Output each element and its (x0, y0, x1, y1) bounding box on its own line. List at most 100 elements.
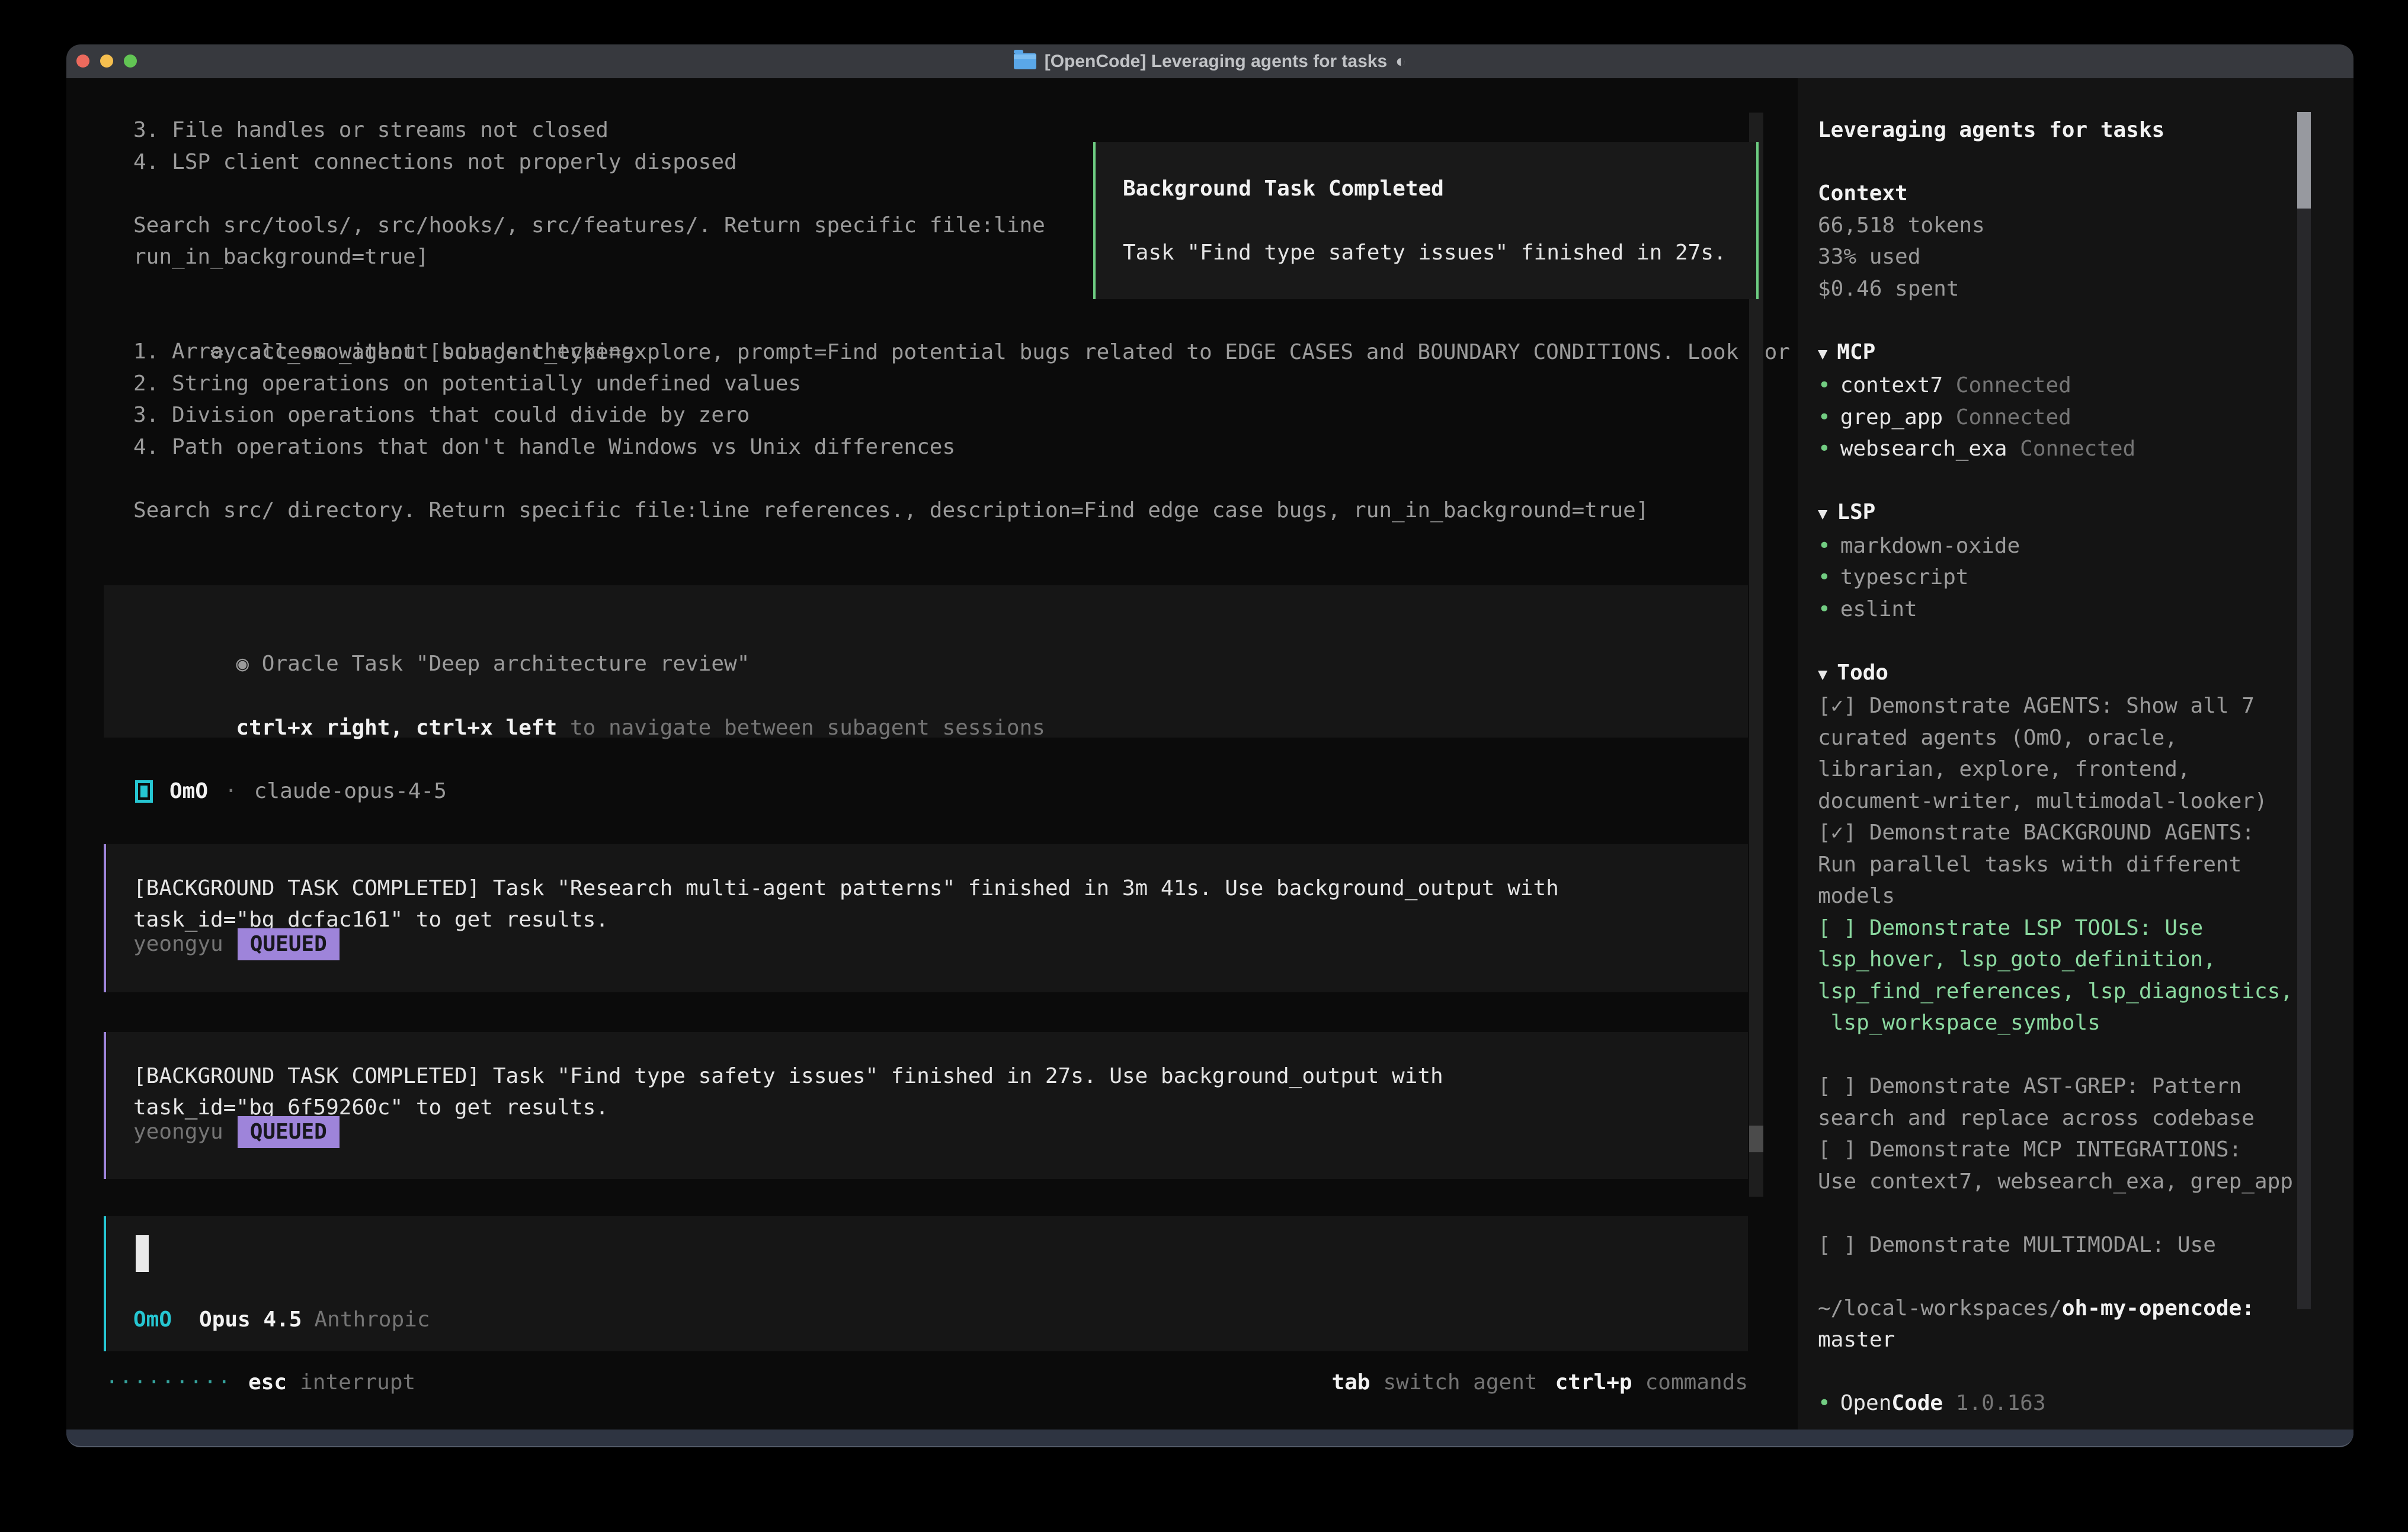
context-header: Context (1818, 178, 2310, 210)
fisheye-icon: ◉ (236, 652, 249, 676)
prompt-input[interactable]: OmO Opus 4.5 Anthropic (104, 1216, 1748, 1351)
title-bar[interactable]: [OpenCode] Leveraging agents for tasks ◐ (66, 44, 2353, 78)
mcp-name: grep_app (1840, 405, 1943, 430)
workspace-section: ~/local-workspaces/oh-my-opencode: maste… (1818, 1293, 2310, 1356)
background-task-message: [BACKGROUND TASK COMPLETED] Task "Find t… (104, 1032, 1748, 1179)
text-cursor (136, 1235, 149, 1272)
mcp-header-row[interactable]: ▼ MCP (1818, 336, 2310, 370)
background-task-message: [BACKGROUND TASK COMPLETED] Task "Resear… (104, 844, 1748, 992)
mcp-status: Connected (1956, 373, 2071, 398)
lsp-item: • markdown-oxide (1818, 530, 2310, 562)
lsp-name: eslint (1840, 597, 1917, 621)
todo-item-active: [ ] Demonstrate LSP TOOLS: Use lsp_hover… (1818, 912, 2310, 1039)
bullet-icon: • (1818, 565, 1831, 589)
todo-item-pending: [ ] Demonstrate MCP INTEGRATIONS: Use co… (1818, 1134, 2310, 1197)
app-name: Open (1840, 1391, 1892, 1415)
workspace-branch: master (1818, 1324, 2310, 1356)
author-label: yeongyu (133, 1116, 223, 1148)
collapse-triangle-icon: ▼ (1818, 665, 1827, 684)
window-title: [OpenCode] Leveraging agents for tasks (1045, 52, 1387, 72)
status-badge: QUEUED (238, 1116, 340, 1148)
context-section: Context 66,518 tokens 33% used $0.46 spe… (1818, 178, 2310, 305)
message-meta-row: yeongyu QUEUED (133, 928, 340, 961)
mcp-header: MCP (1837, 340, 1875, 364)
app-name-bold: Code (1891, 1391, 1943, 1415)
todo-item-done: [✓] Demonstrate AGENTS: Show all 7 curat… (1818, 690, 2310, 817)
collapse-triangle-icon: ▼ (1818, 345, 1827, 363)
lsp-section: ▼ LSP • markdown-oxide • typescript • eslint (1818, 496, 2310, 625)
agent-model: claude-opus-4-5 (254, 775, 447, 807)
agent-name: OmO (169, 775, 208, 807)
lsp-header-row[interactable]: ▼ LSP (1818, 496, 2310, 530)
input-agent-name: OmO (133, 1304, 172, 1336)
input-agent-row: OmO Opus 4.5 Anthropic (133, 1304, 430, 1335)
input-provider: Anthropic (314, 1304, 430, 1336)
lsp-item: • eslint (1818, 594, 2310, 626)
workspace-path-prefix: ~/local-workspaces/ (1818, 1296, 2062, 1321)
esc-key-label: interrupt (300, 1367, 415, 1399)
session-sidebar: Leveraging agents for tasks Context 66,5… (1798, 78, 2353, 1430)
close-button[interactable] (76, 55, 89, 68)
subagent-nav-hint: ctrl+x right, ctrl+x left to navigate be… (133, 680, 1045, 775)
lsp-header: LSP (1837, 500, 1875, 524)
context-used: 33% used (1818, 241, 2310, 273)
input-model: Opus 4.5 (199, 1304, 302, 1336)
bullet-icon: • (1818, 534, 1831, 558)
sidebar-scrollbar-thumb[interactable] (2297, 112, 2311, 209)
spinner-dots-icon: ········· (105, 1367, 232, 1399)
desktop: [OpenCode] Leveraging agents for tasks ◐… (0, 0, 2408, 1532)
toast-title: Background Task Completed (1123, 173, 1444, 205)
zoom-button[interactable] (124, 55, 137, 68)
oracle-task-panel: ◉ Oracle Task "Deep architecture review"… (104, 585, 1748, 738)
window-title-group: [OpenCode] Leveraging agents for tasks ◐ (1014, 52, 1407, 72)
lsp-item: • typescript (1818, 562, 2310, 594)
mcp-item: • websearch_exa Connected (1818, 433, 2310, 465)
sidebar-scrollbar-track[interactable] (2297, 112, 2311, 1309)
status-badge: QUEUED (238, 928, 340, 960)
scrollback-log-bottom: 1. Array access without bounds checking … (133, 336, 1649, 526)
version-section: • OpenCode 1.0.163 (1818, 1387, 2310, 1419)
tab-key-label: switch agent (1383, 1367, 1537, 1399)
folder-icon (1014, 53, 1036, 69)
mcp-name: websearch_exa (1840, 437, 2007, 461)
background-task-toast[interactable]: Background Task Completed Task "Find typ… (1093, 142, 1759, 299)
todo-item-pending: [ ] Demonstrate AST-GREP: Pattern search… (1818, 1071, 2310, 1134)
oracle-task-title: Oracle Task "Deep architecture review" (262, 652, 750, 676)
nav-hint-keys: ctrl+x right, ctrl+x left (236, 716, 557, 740)
bullet-icon: • (1818, 597, 1831, 621)
toast-body: Task "Find type safety issues" finished … (1123, 237, 1727, 269)
activity-half-circle-icon: ◐ (1395, 52, 1406, 72)
mcp-name: context7 (1840, 373, 1943, 398)
tab-key-hint: tab (1331, 1367, 1370, 1399)
lsp-name: typescript (1840, 565, 1969, 589)
mcp-item: • context7 Connected (1818, 370, 2310, 402)
mcp-item: •grep_app Connected (1818, 402, 2310, 434)
agent-header-row: OmO · claude-opus-4-5 (135, 775, 447, 807)
mcp-section: ▼ MCP • context7 Connected • grep_app Conne… (1818, 336, 2310, 465)
esc-key-hint: esc (248, 1367, 287, 1399)
collapse-triangle-icon: ▼ (1818, 505, 1827, 523)
terminal-window: [OpenCode] Leveraging agents for tasks ◐… (66, 44, 2353, 1447)
mcp-status: Connected (2020, 437, 2135, 461)
message-line-1: [BACKGROUND TASK COMPLETED] Task "Find t… (133, 1060, 1443, 1092)
lsp-name: markdown-oxide (1840, 534, 2020, 558)
todo-item-done: [✓] Demonstrate BACKGROUND AGENTS: Run p… (1818, 817, 2310, 912)
minimize-button[interactable] (100, 55, 113, 68)
window-bottom-bar (66, 1430, 2353, 1447)
todo-header-row[interactable]: ▼Todo (1818, 657, 2310, 691)
scrollback-log-top: 3. File handles or streams not closed 4.… (133, 114, 1045, 273)
session-title: Leveraging agents for tasks (1818, 114, 2310, 146)
todo-item-pending: [ ] Demonstrate MULTIMODAL: Use (1818, 1229, 2310, 1261)
workspace-path-row: ~/local-workspaces/oh-my-opencode: (1818, 1293, 2310, 1325)
bullet-icon: • (1818, 373, 1831, 398)
message-line-1: [BACKGROUND TASK COMPLETED] Task "Resear… (133, 873, 1559, 905)
bullet-icon: • (1818, 437, 1831, 461)
app-version: 1.0.163 (1956, 1391, 2046, 1415)
context-spent: $0.46 spent (1818, 273, 2310, 305)
main-scrollbar-thumb[interactable] (1749, 1126, 1763, 1152)
bullet-icon: • (1818, 405, 1831, 430)
author-label: yeongyu (133, 928, 223, 960)
bullet-icon: • (1818, 1391, 1831, 1415)
workspace-path-name: oh-my-opencode: (2062, 1296, 2255, 1321)
sidebar-session-title-section: Leveraging agents for tasks (1818, 114, 2310, 146)
